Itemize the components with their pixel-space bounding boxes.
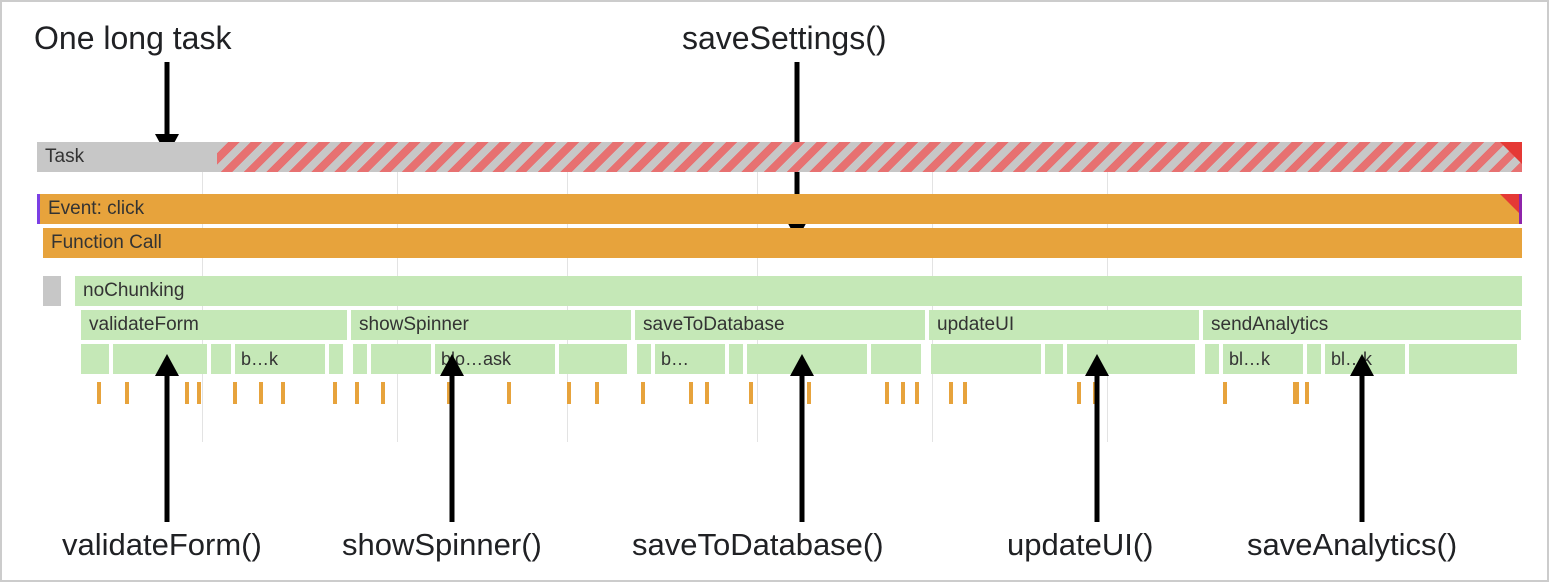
label-save-settings: saveSettings() — [682, 20, 887, 57]
row-task: Task — [37, 142, 1522, 172]
seg-blk2: bl…k — [1325, 344, 1405, 374]
row-sendanalytics: sendAnalytics — [1203, 310, 1521, 340]
row-validateform: validateForm — [81, 310, 347, 340]
row-nochunking: noChunking — [75, 276, 1522, 306]
anon-block — [43, 276, 61, 306]
row-event-click: Event: click — [37, 194, 1522, 224]
label-saveanalytics: saveAnalytics() — [1247, 527, 1457, 563]
seg-bloask: blo…ask — [435, 344, 555, 374]
label-validateform: validateForm() — [62, 527, 262, 563]
label-showspinner: showSpinner() — [342, 527, 542, 563]
flame-chart: Task Event: click Function Call noChunki… — [37, 142, 1522, 402]
seg-b: b… — [655, 344, 725, 374]
label-one-long-task: One long task — [34, 20, 231, 57]
seg-blk1: bl…k — [1223, 344, 1303, 374]
label-savetodatabase: saveToDatabase() — [632, 527, 884, 563]
seg-bk: b…k — [235, 344, 325, 374]
event-long-marker-icon — [1500, 194, 1522, 216]
event-label: Event: click — [48, 198, 144, 219]
task-label: Task — [37, 142, 217, 172]
flame-chart-diagram: One long task saveSettings() Task Event:… — [2, 2, 1547, 580]
long-task-marker-icon — [1500, 142, 1522, 164]
task-long-portion — [217, 142, 1522, 172]
row-showspinner: showSpinner — [351, 310, 631, 340]
label-updateui: updateUI() — [1007, 527, 1153, 563]
row-savetodatabase: saveToDatabase — [635, 310, 925, 340]
row-updateui: updateUI — [929, 310, 1199, 340]
row-function-call: Function Call — [43, 228, 1522, 258]
